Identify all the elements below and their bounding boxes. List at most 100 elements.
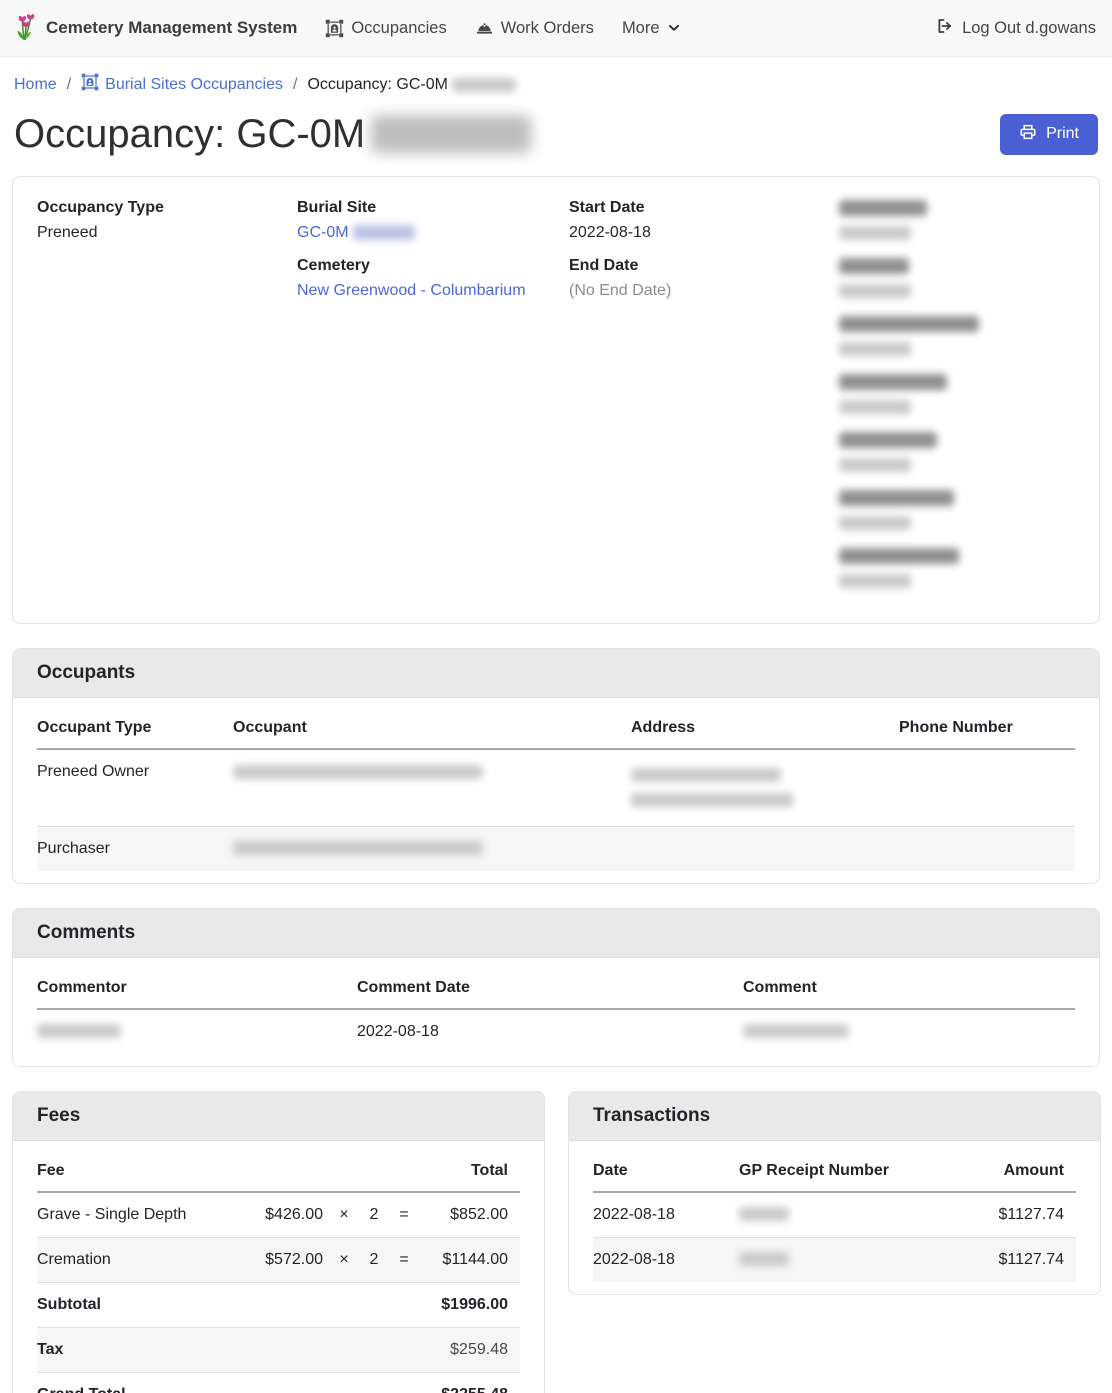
comments-card: Comments Commentor Comment Date Comment … bbox=[12, 908, 1100, 1067]
logout-button[interactable]: Log Out d.gowans bbox=[936, 17, 1096, 40]
nav-label-occupancies: Occupancies bbox=[351, 19, 446, 38]
printer-icon bbox=[1019, 123, 1037, 146]
receipt-header: GP Receipt Number bbox=[739, 1149, 966, 1192]
tax-label: Tax bbox=[37, 1327, 425, 1372]
transactions-title: Transactions bbox=[569, 1092, 1100, 1141]
details-col-4-redacted bbox=[839, 199, 1075, 605]
occupancy-type-field: Occupancy Type Preneed bbox=[37, 199, 297, 242]
breadcrumb-separator: / bbox=[67, 76, 71, 94]
tax-row: Tax $259.48 bbox=[37, 1327, 520, 1372]
commentor-header: Commentor bbox=[37, 966, 357, 1009]
logout-label: Log Out d.gowans bbox=[962, 19, 1096, 38]
details-col-1: Occupancy Type Preneed bbox=[37, 199, 297, 605]
transactions-card: Transactions Date GP Receipt Number Amou… bbox=[568, 1091, 1101, 1295]
fee-header: Fee bbox=[37, 1149, 235, 1192]
redacted-field bbox=[839, 257, 1075, 300]
occupant-header: Occupant bbox=[233, 706, 631, 749]
redacted-comment bbox=[743, 1024, 849, 1038]
comment-date-cell: 2022-08-18 bbox=[357, 1009, 743, 1054]
tax-value: $259.48 bbox=[425, 1327, 520, 1372]
fee-times-cell: × bbox=[335, 1192, 365, 1238]
nav-item-occupancies[interactable]: Occupancies bbox=[325, 19, 446, 38]
nav-item-more[interactable]: More bbox=[622, 19, 681, 38]
breadcrumb-occupancies-link[interactable]: Burial Sites Occupancies bbox=[81, 73, 283, 96]
start-date-value: 2022-08-18 bbox=[569, 224, 839, 242]
amount-cell: $1127.74 bbox=[966, 1237, 1076, 1282]
grand-total-label: Grand Total bbox=[37, 1372, 425, 1393]
fees-table: Fee Total Grave - Single Depth $426.00 ×… bbox=[37, 1149, 520, 1393]
redacted-field bbox=[839, 315, 1075, 358]
comment-header: Comment bbox=[743, 966, 1075, 1009]
redacted-address-line bbox=[631, 768, 781, 782]
tulips-logo-icon bbox=[14, 10, 38, 47]
redacted-occupant-name bbox=[233, 841, 483, 855]
breadcrumb-home-link[interactable]: Home bbox=[14, 76, 57, 94]
print-button[interactable]: Print bbox=[1000, 114, 1098, 155]
breadcrumb-current: Occupancy: GC-0M bbox=[307, 76, 515, 94]
fee-equals-cell: = bbox=[395, 1237, 425, 1282]
date-header: Date bbox=[593, 1149, 739, 1192]
nav-label-work-orders: Work Orders bbox=[501, 19, 594, 38]
fee-name-cell: Cremation bbox=[37, 1237, 235, 1282]
subtotal-label: Subtotal bbox=[37, 1282, 425, 1327]
details-grid: Occupancy Type Preneed Burial Site GC-0M… bbox=[13, 177, 1099, 623]
table-row: 2022-08-18 $1127.74 bbox=[593, 1192, 1076, 1238]
chevron-down-icon bbox=[667, 21, 681, 35]
table-row: Purchaser bbox=[37, 826, 1075, 871]
occupant-type-cell: Preneed Owner bbox=[37, 749, 233, 826]
address-cell bbox=[631, 826, 899, 871]
cemetery-field: Cemetery New Greenwood - Columbarium bbox=[297, 257, 569, 300]
start-date-label: Start Date bbox=[569, 199, 839, 217]
occupancy-details-card: Occupancy Type Preneed Burial Site GC-0M… bbox=[12, 176, 1100, 624]
redacted-field bbox=[839, 547, 1075, 590]
transaction-date-cell: 2022-08-18 bbox=[593, 1237, 739, 1282]
transactions-table: Date GP Receipt Number Amount 2022-08-18… bbox=[593, 1149, 1076, 1282]
print-label: Print bbox=[1046, 125, 1079, 143]
address-header: Address bbox=[631, 706, 899, 749]
hardhat-icon bbox=[475, 19, 494, 38]
breadcrumb: Home / Burial Sites Occupancies / Occupa… bbox=[0, 57, 1112, 96]
subtotal-value: $1996.00 bbox=[425, 1282, 520, 1327]
fee-unit-cell: $572.00 bbox=[235, 1237, 335, 1282]
redacted-receipt-number bbox=[739, 1207, 789, 1221]
occupants-title: Occupants bbox=[13, 649, 1099, 698]
table-row: Cremation $572.00 × 2 = $1144.00 bbox=[37, 1237, 520, 1282]
occupants-table: Occupant Type Occupant Address Phone Num… bbox=[37, 706, 1075, 871]
burial-site-label: Burial Site bbox=[297, 199, 569, 217]
breadcrumb-occupancies-label: Burial Sites Occupancies bbox=[105, 76, 283, 94]
occupant-type-cell: Purchaser bbox=[37, 826, 233, 871]
redacted-field bbox=[839, 199, 1075, 242]
occupants-card: Occupants Occupant Type Occupant Address… bbox=[12, 648, 1100, 884]
redacted-address-line bbox=[631, 793, 793, 807]
start-date-field: Start Date 2022-08-18 bbox=[569, 199, 839, 242]
redacted-title-id bbox=[371, 115, 531, 153]
address-cell bbox=[631, 749, 899, 826]
amount-header: Amount bbox=[966, 1149, 1076, 1192]
phone-header: Phone Number bbox=[899, 706, 1075, 749]
nav-item-work-orders[interactable]: Work Orders bbox=[475, 19, 594, 38]
fees-card: Fees Fee Total Grave - Single Depth bbox=[12, 1091, 545, 1393]
redacted-breadcrumb-id bbox=[452, 78, 516, 92]
comments-title: Comments bbox=[13, 909, 1099, 958]
subtotal-row: Subtotal $1996.00 bbox=[37, 1282, 520, 1327]
end-date-value: (No End Date) bbox=[569, 282, 839, 300]
redacted-burial-site-id bbox=[353, 225, 415, 240]
fee-total-cell: $852.00 bbox=[425, 1192, 520, 1238]
table-row: 2022-08-18 $1127.74 bbox=[593, 1237, 1076, 1282]
tombstone-icon bbox=[81, 73, 99, 96]
comment-date-header: Comment Date bbox=[357, 966, 743, 1009]
fee-times-cell: × bbox=[335, 1237, 365, 1282]
table-row: Preneed Owner bbox=[37, 749, 1075, 826]
comment-cell bbox=[743, 1009, 1075, 1054]
occupant-type-header: Occupant Type bbox=[37, 706, 233, 749]
app-brand[interactable]: Cemetery Management System bbox=[14, 10, 297, 47]
cemetery-label: Cemetery bbox=[297, 257, 569, 275]
redacted-field bbox=[839, 431, 1075, 474]
redacted-field bbox=[839, 373, 1075, 416]
page-header: Occupancy: GC-0M Print bbox=[0, 96, 1112, 158]
details-col-3: Start Date 2022-08-18 End Date (No End D… bbox=[569, 199, 839, 605]
burial-site-link[interactable]: GC-0M bbox=[297, 224, 349, 241]
end-date-field: End Date (No End Date) bbox=[569, 257, 839, 300]
cemetery-link[interactable]: New Greenwood - Columbarium bbox=[297, 282, 526, 299]
fee-unit-cell: $426.00 bbox=[235, 1192, 335, 1238]
